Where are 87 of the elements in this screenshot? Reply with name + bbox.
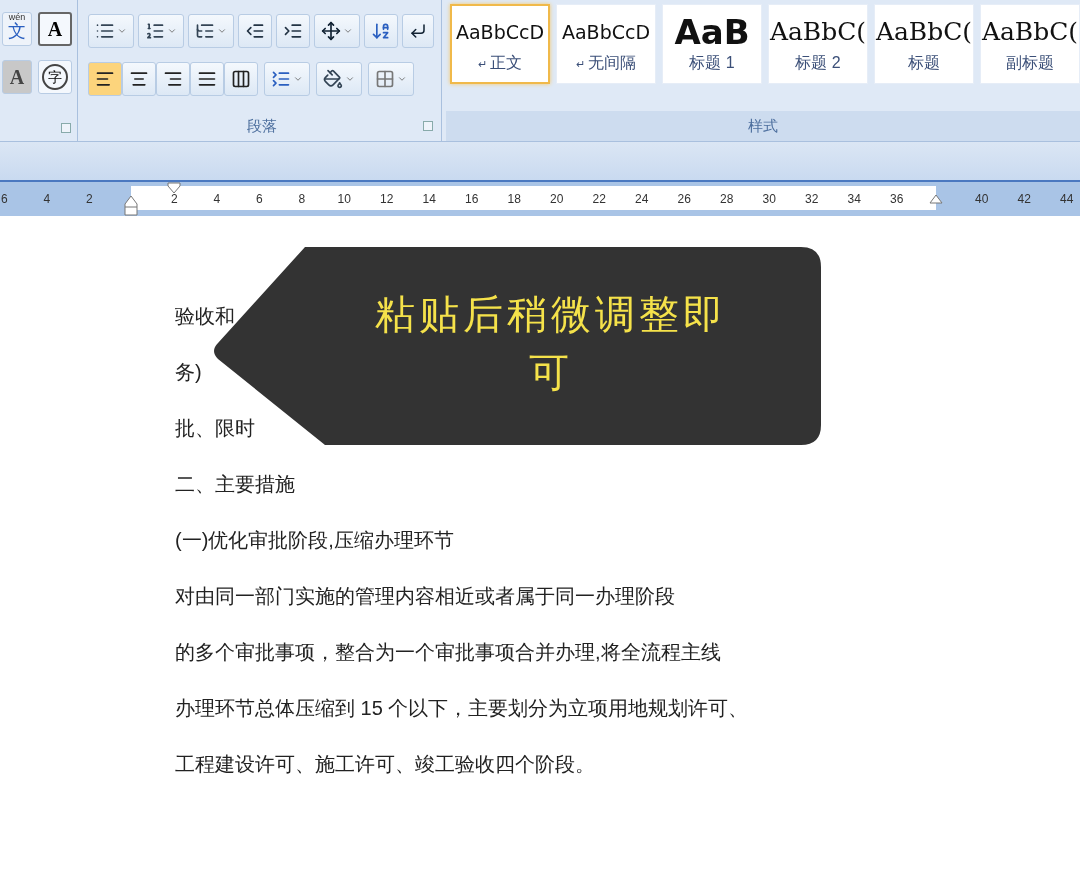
caret-icon (167, 26, 177, 36)
increase-indent-button[interactable] (276, 14, 310, 48)
line-spacing-button[interactable] (264, 62, 310, 96)
style-gallery-item[interactable]: AaBbCcD ↵ 无间隔 (556, 4, 656, 84)
ruler-number: 2 (84, 191, 94, 208)
multilevel-list-icon (195, 21, 215, 41)
ruler-number: 36 (889, 191, 905, 208)
document-text: 工程建设许可、施工许可、竣工验收四个阶段。 (175, 752, 595, 777)
show-marks-button[interactable] (402, 14, 434, 48)
borders-button[interactable] (368, 62, 414, 96)
ruler-number: 22 (591, 191, 607, 208)
document-text: 验收和 (175, 304, 235, 329)
alignment-button[interactable] (156, 62, 190, 96)
line-spacing-icon (271, 69, 291, 89)
increase-indent-icon (283, 21, 303, 41)
character-border-button[interactable]: A (38, 12, 72, 46)
caret-icon (293, 74, 303, 84)
document-text: 务) (175, 360, 202, 385)
align-left-icon (95, 69, 115, 89)
alignment-button[interactable] (122, 62, 156, 96)
paint-bucket-icon (323, 69, 343, 89)
alignment-button[interactable] (190, 62, 224, 96)
document-text: (一)优化审批阶段,压缩办理环节 (175, 528, 454, 553)
group-label: 段落 (246, 115, 277, 136)
bullet-list-icon (95, 21, 115, 41)
shading-button[interactable] (316, 62, 362, 96)
layout-button[interactable] (314, 14, 360, 48)
caret-icon (117, 26, 127, 36)
ruler-number: 24 (634, 191, 650, 208)
document-text: 批、限时 (175, 416, 255, 441)
ruler-number: 12 (379, 191, 395, 208)
style-gallery-item[interactable]: AaBbC( 标题 (874, 4, 974, 84)
numbered-list-icon (145, 21, 165, 41)
ruler-number: 2 (169, 191, 179, 208)
ruler-number: 42 (1016, 191, 1032, 208)
caret-icon (397, 74, 407, 84)
caret-icon (343, 26, 353, 36)
alignment-button[interactable] (88, 62, 122, 96)
ruler-number: 10 (336, 191, 352, 208)
group-label: 样式 (748, 115, 778, 136)
style-gallery-item[interactable]: AaBbC( 标题 2 (768, 4, 868, 84)
document-text: 对由同一部门实施的管理内容相近或者属于同一办理阶段 (175, 584, 675, 609)
ruler-number: 16 (464, 191, 480, 208)
caret-icon (345, 74, 355, 84)
document-text: 办理环节总体压缩到 15 个以下，主要划分为立项用地规划许可、 (175, 696, 749, 721)
return-arrow-icon (409, 22, 427, 40)
style-gallery-item[interactable]: AaBbC( 副标题 (980, 4, 1080, 84)
ruler-number: 34 (846, 191, 862, 208)
numbering-button[interactable] (138, 14, 184, 48)
arrows-icon (321, 21, 341, 41)
border-grid-icon (375, 69, 395, 89)
ruler-number: 20 (549, 191, 565, 208)
decrease-indent-button[interactable] (238, 14, 272, 48)
phonetic-guide-button[interactable]: wén 文 (2, 12, 32, 46)
justify-icon (197, 69, 217, 89)
ruler-number: 4 (212, 191, 222, 208)
ruler-number: 6 (254, 191, 264, 208)
ruler-number: 32 (804, 191, 820, 208)
decrease-indent-icon (245, 21, 265, 41)
ruler-number: 26 (676, 191, 692, 208)
multilevel-list-button[interactable] (188, 14, 234, 48)
document-text: 的多个审批事项，整合为一个审批事项合并办理,将全流程主线 (175, 640, 721, 665)
ruler-number: 6 (0, 191, 9, 208)
bullets-button[interactable] (88, 14, 134, 48)
document-text: 二、主要措施 (175, 472, 295, 497)
align-center-icon (129, 69, 149, 89)
ruler-number: 28 (719, 191, 735, 208)
ruler-number: 14 (421, 191, 437, 208)
right-indent-icon[interactable] (929, 194, 943, 204)
indent-marker-icon[interactable] (124, 194, 138, 216)
enclose-characters-button[interactable]: 字 (38, 60, 72, 94)
ruler-number: 30 (761, 191, 777, 208)
callout-text: 粘贴后稍微调整即 (374, 290, 727, 339)
style-gallery-item[interactable]: AaB 标题 1 (662, 4, 762, 84)
align-right-icon (163, 69, 183, 89)
alignment-button[interactable] (224, 62, 258, 96)
ruler-number: 4 (42, 191, 52, 208)
sort-button[interactable] (364, 14, 398, 48)
callout-text: 可 (528, 348, 573, 397)
sort-icon (371, 21, 391, 41)
ruler-number: 8 (297, 191, 307, 208)
character-shading-button[interactable]: A (2, 60, 32, 94)
ruler-number: 44 (1059, 191, 1075, 208)
caret-icon (217, 26, 227, 36)
style-gallery-item[interactable]: AaBbCcD ↵ 正文 (450, 4, 550, 84)
ruler-number: 18 (506, 191, 522, 208)
ruler-number: 40 (974, 191, 990, 208)
